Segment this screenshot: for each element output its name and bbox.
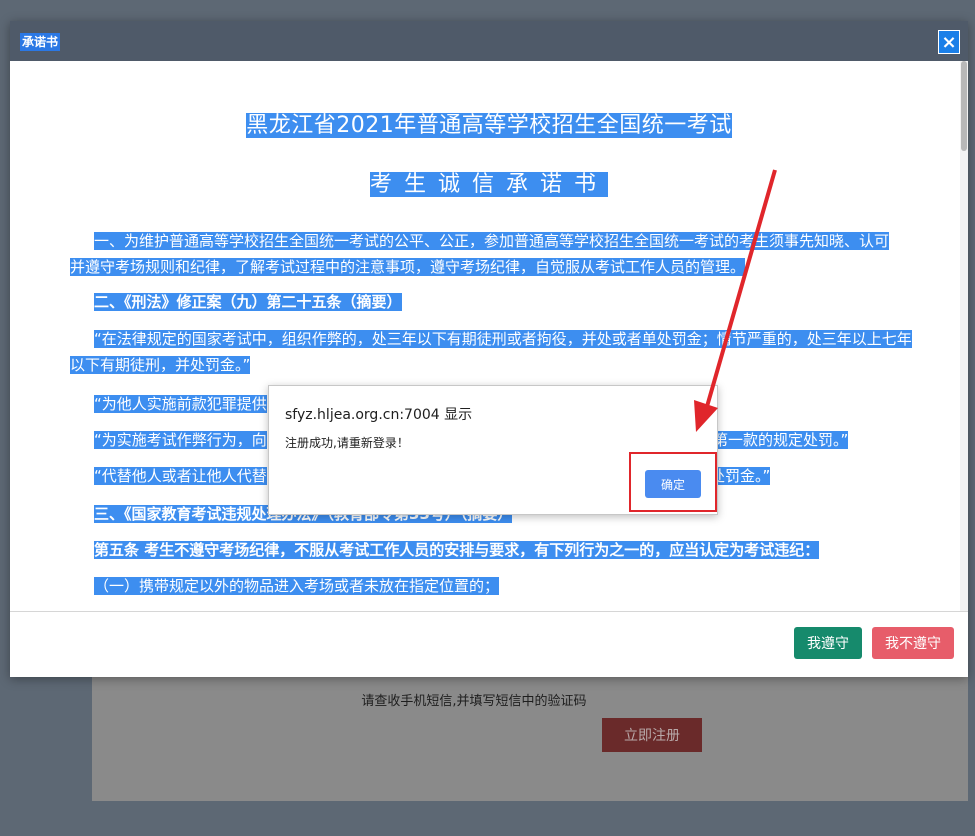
document-subheading: 考生诚信承诺书 — [369, 172, 608, 197]
alert-origin: sfyz.hljea.org.cn:7004 显示 — [285, 407, 473, 423]
background-panel: 请查收手机短信,并填写短信中的验证码 立即注册 — [92, 660, 968, 801]
scrollbar-thumb[interactable] — [961, 61, 967, 151]
agree-button[interactable]: 我遵守 — [794, 627, 862, 659]
register-button[interactable]: 立即注册 — [602, 718, 702, 752]
paragraph-line-c-end: 处罚金。” — [710, 467, 771, 485]
modal-body[interactable]: 黑龙江省2021年普通高等学校招生全国统一考试 考生诚信承诺书 一、为维护普通高… — [10, 61, 968, 612]
paragraph-criminal-law-title: 二、《刑法》修正案（九）第二十五条（摘要） — [94, 293, 402, 311]
paragraph-item-1: （一）携带规定以外的物品进入考场或者未放在指定位置的； — [94, 577, 500, 595]
annotation-highlight-box — [629, 452, 717, 512]
sms-hint-text: 请查收手机短信,并填写短信中的验证码 — [361, 694, 587, 709]
modal-title: 承诺书 — [20, 33, 61, 51]
alert-message: 注册成功,请重新登录！ — [285, 436, 409, 450]
modal-header: 承诺书 × — [10, 21, 968, 61]
pledge-modal: 承诺书 × 黑龙江省2021年普通高等学校招生全国统一考试 考生诚信承诺书 一、… — [10, 21, 968, 677]
close-icon[interactable]: × — [938, 30, 960, 54]
paragraph-article-5: 第五条 考生不遵守考场纪律，不服从考试工作人员的安排与要求，有下列行为之一的，应… — [94, 541, 820, 559]
document-heading: 黑龙江省2021年普通高等学校招生全国统一考试 — [246, 113, 732, 138]
disagree-button[interactable]: 我不遵守 — [872, 627, 954, 659]
paragraph-intro: 一、为维护普通高等学校招生全国统一考试的公平、公正，参加普通高等学校招生全国统一… — [70, 232, 890, 276]
scrollbar[interactable] — [960, 61, 968, 611]
modal-footer: 我遵守 我不遵守 — [10, 611, 968, 677]
paragraph-criminal-law-text: “在法律规定的国家考试中，组织作弊的，处三年以下有期徒刑或者拘役，并处或者单处罚… — [70, 330, 912, 374]
paragraph-line-b-end: 照第一款的规定处罚。” — [698, 431, 849, 449]
